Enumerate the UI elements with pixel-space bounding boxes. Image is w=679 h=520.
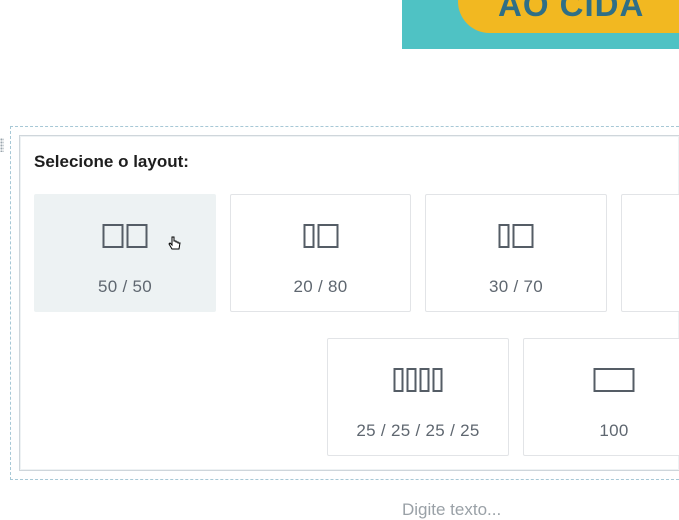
layout-option-30-70[interactable]: 30 / 70 — [425, 194, 607, 312]
layout-option-25-25-25-25[interactable]: 25 / 25 / 25 / 25 — [327, 338, 509, 456]
narrow-wide-columns-icon — [303, 224, 338, 248]
layout-option-label: 50 / 50 — [97, 277, 153, 296]
single-column-icon — [593, 368, 635, 392]
layout-option-label: 25 / 25 / 25 / 25 — [356, 421, 480, 440]
banner-image: AO CIDA — [402, 0, 679, 49]
third-twothirds-columns-icon — [498, 224, 534, 248]
layout-option-100[interactable]: 100 — [523, 338, 679, 456]
paragraph-placeholder[interactable]: Digite texto... — [402, 500, 501, 520]
drag-handle-icon[interactable] — [0, 138, 4, 152]
hand-cursor-icon — [168, 236, 181, 250]
layout-option-partial[interactable] — [621, 194, 679, 312]
four-columns-icon — [393, 368, 443, 392]
layout-picker-title: Selecione o layout: — [34, 152, 189, 171]
layout-option-label: 30 / 70 — [488, 277, 544, 296]
layout-option-20-80[interactable]: 20 / 80 — [230, 194, 411, 312]
layout-option-label: 100 — [599, 421, 629, 440]
layout-option-label: 20 / 80 — [293, 277, 348, 296]
banner-text: AO CIDA — [498, 0, 645, 23]
two-equal-columns-icon — [102, 224, 148, 248]
layout-option-50-50[interactable]: 50 / 50 — [34, 194, 216, 312]
